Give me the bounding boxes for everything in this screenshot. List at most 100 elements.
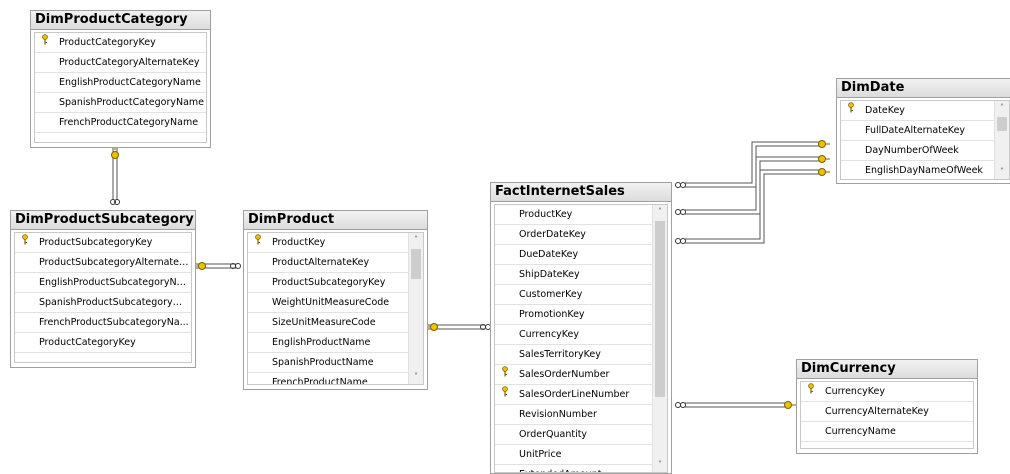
column-row[interactable]: FrenchProductCategoryName [35,113,206,133]
column-row[interactable]: DayNumberOfWeek [841,141,994,161]
vertical-scrollbar[interactable]: ˄ ˅ [408,233,423,384]
column-name: SpanishProductCategoryName [59,97,204,108]
column-row[interactable]: ProductKey [495,205,652,225]
column-row[interactable]: FrenchProductSubcategoryNa... [15,313,191,333]
column-row[interactable]: EnglishDayNameOfWeek [841,161,994,179]
table-dimcurrency[interactable]: DimCurrency CurrencyKey CurrencyAlternate… [796,359,978,454]
key-icon [845,101,857,120]
column-name: PromotionKey [519,309,585,320]
column-name: SpanishProductSubcategoryNa... [39,297,189,308]
column-row[interactable]: SalesOrderLineNumber [495,385,652,405]
relationship-fact-date [685,141,820,244]
column-name: CurrencyAlternateKey [825,406,929,417]
column-row[interactable]: SpanishProductCategoryName [35,93,206,113]
column-row[interactable]: SalesTerritoryKey [495,345,652,365]
table-factinternetsales[interactable]: FactInternetSales ProductKey OrderDateKey… [490,182,672,474]
column-row[interactable]: ProductCategoryAlternateKey [35,53,206,73]
infinity-endpoint-icon [675,182,686,188]
column-name: FullDateAlternateKey [865,125,966,136]
column-row[interactable]: EnglishProductName [248,333,408,353]
column-name: EnglishDayNameOfWeek [865,165,983,176]
scroll-down-icon[interactable]: ˅ [653,459,667,471]
column-name: DayNumberOfWeek [865,145,959,156]
column-list: ProductKey OrderDateKey DueDateKey ShipDate… [494,204,668,473]
table-dimproductcategory[interactable]: DimProductCategory ProductCategoryKey Pro… [30,10,211,148]
column-row[interactable]: DueDateKey [495,245,652,265]
column-row[interactable]: ProductSubcategoryKey [15,233,191,253]
column-list: CurrencyKey CurrencyAlternateKey CurrencyN… [800,381,974,449]
column-name: ProductSubcategoryKey [272,277,386,288]
column-row[interactable]: UnitPrice [495,445,652,465]
column-name: ProductCategoryAlternateKey [59,57,200,68]
key-endpoint-icon [818,155,830,163]
column-row[interactable]: EnglishProductSubcategoryNa... [15,273,191,293]
table-title[interactable]: FactInternetSales [491,183,671,202]
column-row[interactable]: DateKey [841,101,994,121]
scroll-thumb[interactable] [411,249,421,279]
column-row[interactable]: SpanishProductName [248,353,408,373]
column-row[interactable]: OrderQuantity [495,425,652,445]
column-row[interactable]: ProductKey [248,233,408,253]
column-list: ProductSubcategoryKey ProductSubcategoryA… [14,232,192,363]
column-row[interactable]: CurrencyAlternateKey [801,402,973,422]
column-name: EnglishProductCategoryName [59,77,201,88]
key-endpoint-icon [818,140,830,148]
column-row[interactable]: CurrencyKey [801,382,973,402]
infinity-endpoint-icon [480,324,491,330]
column-row[interactable]: EnglishProductCategoryName [35,73,206,93]
scroll-down-icon[interactable]: ˅ [995,166,1009,178]
table-dimproductsubcategory[interactable]: DimProductSubcategory ProductSubcategory… [10,210,196,368]
table-title[interactable]: DimProduct [244,211,427,230]
column-row[interactable]: SpanishProductSubcategoryNa... [15,293,191,313]
column-name: SalesOrderNumber [519,369,610,380]
column-name: SpanishProductName [272,357,374,368]
key-icon [499,365,511,384]
vertical-scrollbar[interactable]: ˄ ˅ [994,101,1009,179]
column-row[interactable]: FrenchProductName [248,373,408,384]
column-row[interactable]: FullDateAlternateKey [841,121,994,141]
table-dimproduct[interactable]: DimProduct ProductKey ProductAlternateKey… [243,210,428,390]
column-row[interactable]: ProductSubcategoryAlternateK... [15,253,191,273]
column-name: ProductSubcategoryAlternateK... [39,257,189,268]
scroll-up-icon[interactable]: ˄ [653,206,667,218]
column-name: CurrencyKey [825,386,886,397]
scroll-up-icon[interactable]: ˄ [409,234,423,246]
column-row[interactable]: ProductCategoryKey [35,33,206,53]
column-row[interactable]: ShipDateKey [495,265,652,285]
column-name: ExtendedAmount [519,465,650,472]
relationship-fact-currency [685,402,790,408]
column-row[interactable]: ProductAlternateKey [248,253,408,273]
column-name: ShipDateKey [519,269,580,280]
column-row[interactable]: CurrencyName [801,422,973,442]
scroll-thumb[interactable] [997,117,1007,131]
table-title[interactable]: DimProductSubcategory [11,211,195,230]
column-row[interactable]: SizeUnitMeasureCode [248,313,408,333]
column-row[interactable]: RevisionNumber [495,405,652,425]
column-name: ProductCategoryKey [39,337,136,348]
scroll-thumb[interactable] [655,221,665,397]
table-title[interactable]: DimProductCategory [31,11,210,30]
scroll-up-icon[interactable]: ˄ [995,102,1009,114]
column-name: OrderDateKey [519,229,586,240]
key-endpoint-icon [818,168,830,176]
column-row[interactable]: CurrencyKey [495,325,652,345]
column-name: UnitPrice [519,449,562,460]
column-row[interactable]: PromotionKey [495,305,652,325]
column-name: RevisionNumber [519,409,597,420]
column-row[interactable]: OrderDateKey [495,225,652,245]
column-row[interactable]: CustomerKey [495,285,652,305]
vertical-scrollbar[interactable]: ˄ ˅ [652,205,667,472]
table-title[interactable]: DimCurrency [797,360,977,379]
table-dimdate[interactable]: DimDate DateKey FullDateAlternateKey DayNu… [836,78,1010,184]
table-title[interactable]: DimDate [837,79,1010,98]
column-name: DateKey [865,105,905,116]
column-row[interactable]: SalesOrderNumber [495,365,652,385]
column-row[interactable]: ProductCategoryKey [15,333,191,353]
column-row[interactable]: WeightUnitMeasureCode [248,293,408,313]
column-name: ProductAlternateKey [272,257,370,268]
column-row[interactable]: ProductSubcategoryKey [248,273,408,293]
key-icon [39,33,51,52]
key-icon [252,233,264,252]
scroll-down-icon[interactable]: ˅ [409,371,423,383]
column-row[interactable]: ExtendedAmount [495,465,652,472]
